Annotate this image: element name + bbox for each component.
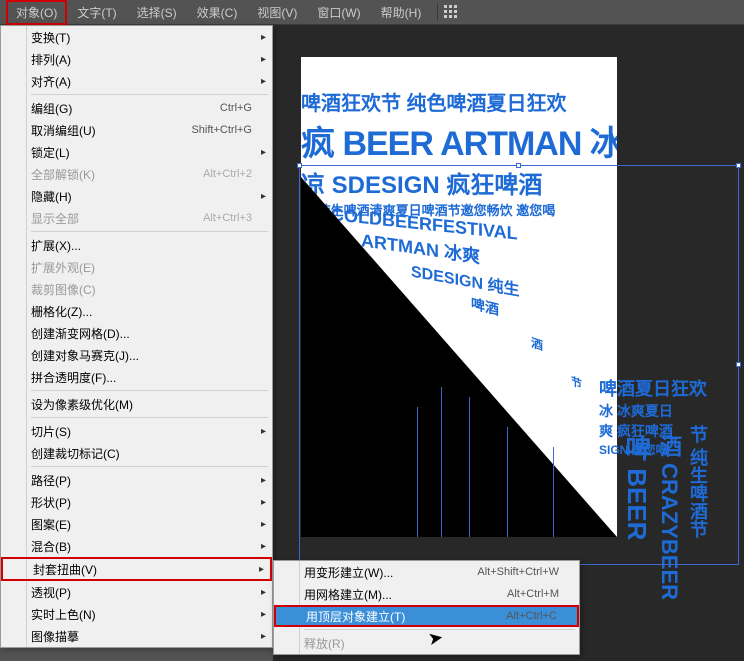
handle-ne[interactable] (736, 163, 741, 168)
menu-image-trace[interactable]: 图像描摹 (1, 625, 272, 647)
menu-separator (31, 466, 268, 467)
submenu-make-with-warp[interactable]: 用变形建立(W)...Alt+Shift+Ctrl+W (274, 561, 579, 583)
menu-lock[interactable]: 锁定(L) (1, 141, 272, 163)
envelope-distort-submenu: 用变形建立(W)...Alt+Shift+Ctrl+W 用网格建立(M)...A… (273, 560, 580, 655)
menu-show-all: 显示全部Alt+Ctrl+3 (1, 207, 272, 229)
menu-pixel-perfect[interactable]: 设为像素级优化(M) (1, 393, 272, 415)
menubar-separator (437, 3, 438, 21)
menu-unlock-all: 全部解锁(K)Alt+Ctrl+2 (1, 163, 272, 185)
menu-crop-image: 裁剪图像(C) (1, 278, 272, 300)
menu-effect[interactable]: 效果(C) (187, 0, 248, 25)
menu-rasterize[interactable]: 栅格化(Z)... (1, 300, 272, 322)
art-line: 疯 BEER ARTMAN 冰爽夏日 (301, 116, 617, 165)
menu-expand-appearance: 扩展外观(E) (1, 256, 272, 278)
menu-gradient-mesh[interactable]: 创建渐变网格(D)... (1, 322, 272, 344)
submenu-release: 释放(R) (274, 632, 579, 654)
selection-box (299, 165, 739, 565)
menubar: 对象(O) 文字(T) 选择(S) 效果(C) 视图(V) 窗口(W) 帮助(H… (0, 0, 744, 25)
submenu-make-with-mesh[interactable]: 用网格建立(M)...Alt+Ctrl+M (274, 583, 579, 605)
menu-separator (31, 390, 268, 391)
menu-path[interactable]: 路径(P) (1, 469, 272, 491)
menu-hide[interactable]: 隐藏(H) (1, 185, 272, 207)
menu-trim-marks[interactable]: 创建裁切标记(C) (1, 442, 272, 464)
menu-group[interactable]: 编组(G)Ctrl+G (1, 97, 272, 119)
menu-separator (31, 94, 268, 95)
menu-transform[interactable]: 变换(T) (1, 26, 272, 48)
menu-align[interactable]: 对齐(A) (1, 70, 272, 92)
handle-e[interactable] (736, 362, 741, 367)
handle-n[interactable] (516, 163, 521, 168)
menu-separator (304, 629, 575, 630)
menu-blend[interactable]: 混合(B) (1, 535, 272, 557)
menu-separator (31, 231, 268, 232)
handle-nw[interactable] (297, 163, 302, 168)
submenu-make-with-top-object[interactable]: 用顶层对象建立(T)Alt+Ctrl+C (274, 605, 579, 627)
menu-type[interactable]: 文字(T) (67, 0, 126, 25)
arrange-documents-icon[interactable] (444, 5, 458, 19)
menu-live-paint[interactable]: 实时上色(N) (1, 603, 272, 625)
menu-slice[interactable]: 切片(S) (1, 420, 272, 442)
menu-help[interactable]: 帮助(H) (371, 0, 432, 25)
menu-separator (31, 417, 268, 418)
menu-shape[interactable]: 形状(P) (1, 491, 272, 513)
menu-ungroup[interactable]: 取消编组(U)Shift+Ctrl+G (1, 119, 272, 141)
menu-envelope-distort[interactable]: 封套扭曲(V) (1, 557, 272, 581)
object-menu-dropdown: 变换(T) 排列(A) 对齐(A) 编组(G)Ctrl+G 取消编组(U)Shi… (0, 25, 273, 648)
menu-pattern[interactable]: 图案(E) (1, 513, 272, 535)
menu-window[interactable]: 窗口(W) (307, 0, 370, 25)
menu-arrange[interactable]: 排列(A) (1, 48, 272, 70)
menu-object-mosaic[interactable]: 创建对象马赛克(J)... (1, 344, 272, 366)
menu-flatten-transparency[interactable]: 拼合透明度(F)... (1, 366, 272, 388)
menu-object[interactable]: 对象(O) (6, 0, 67, 25)
menu-select[interactable]: 选择(S) (127, 0, 187, 25)
menu-perspective[interactable]: 透视(P) (1, 581, 272, 603)
art-line: 啤酒狂欢节 纯色啤酒夏日狂欢 (301, 87, 617, 116)
menu-view[interactable]: 视图(V) (247, 0, 307, 25)
menu-expand[interactable]: 扩展(X)... (1, 234, 272, 256)
